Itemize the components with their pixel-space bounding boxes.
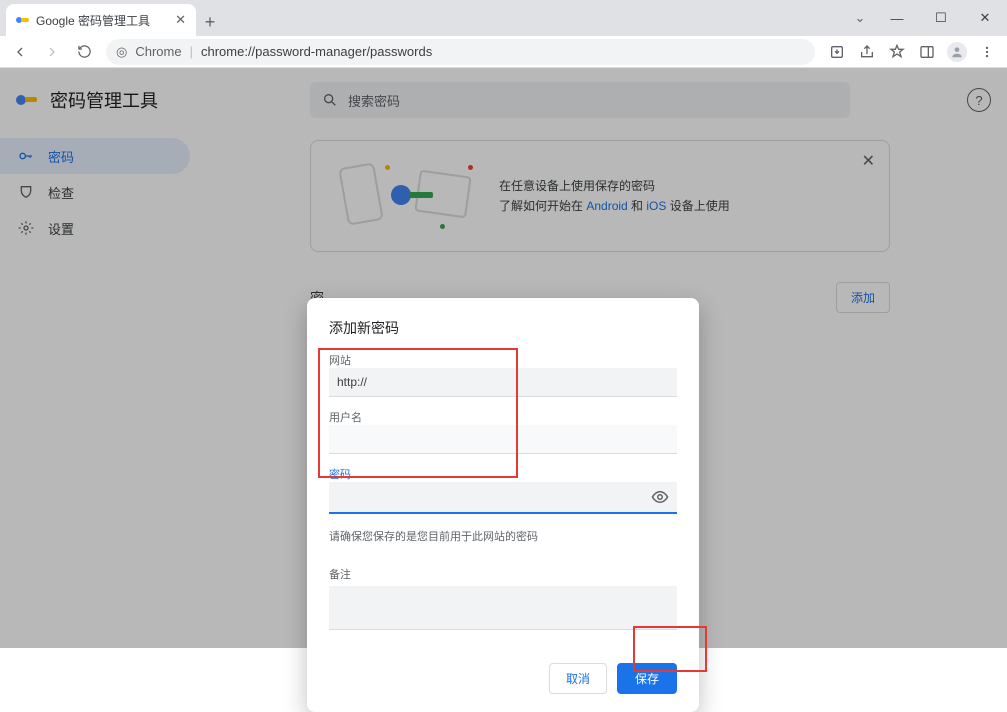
username-input[interactable] [329,425,677,454]
install-app-icon[interactable] [823,38,851,66]
site-label: 网站 [329,352,677,368]
memo-input[interactable] [329,586,677,630]
share-icon[interactable] [853,38,881,66]
password-label: 密码 [329,466,677,482]
close-icon[interactable]: ✕ [175,12,186,28]
password-input[interactable] [329,482,677,514]
add-password-dialog: 添加新密码 网站 用户名 密码 请确保您保存的是您目前用于此网站的密码 备注 取… [307,298,699,712]
close-window-button[interactable]: ✕ [963,3,1007,33]
window-controls: ⌄ ― ☐ ✕ [845,0,1007,36]
site-input[interactable] [329,368,677,397]
show-password-icon[interactable] [649,486,671,508]
side-panel-icon[interactable] [913,38,941,66]
minimize-button[interactable]: ― [875,3,919,33]
save-button[interactable]: 保存 [617,663,677,694]
url-path: chrome://password-manager/passwords [201,44,432,59]
back-button[interactable] [6,38,34,66]
tab-title: Google 密码管理工具 [36,12,150,29]
key-icon [16,13,30,27]
bookmark-icon[interactable] [883,38,911,66]
memo-label: 备注 [329,566,677,582]
forward-button[interactable] [38,38,66,66]
chrome-icon: ◎ [116,44,127,60]
dialog-title: 添加新密码 [329,318,677,338]
browser-toolbar: ◎ Chrome | chrome://password-manager/pas… [0,36,1007,68]
cancel-button[interactable]: 取消 [549,663,607,694]
chevron-down-icon[interactable]: ⌄ [845,10,875,26]
profile-avatar[interactable] [943,38,971,66]
url-host: Chrome [135,44,181,59]
browser-tab-active[interactable]: Google 密码管理工具 ✕ [6,4,196,36]
page-content: 密码管理工具 搜索密码 ? 密码 检查 [0,68,1007,648]
maximize-button[interactable]: ☐ [919,3,963,33]
password-helper-text: 请确保您保存的是您目前用于此网站的密码 [329,528,677,544]
window-titlebar: Google 密码管理工具 ✕ + ⌄ ― ☐ ✕ [0,0,1007,36]
username-label: 用户名 [329,409,677,425]
reload-button[interactable] [70,38,98,66]
menu-icon[interactable] [973,38,1001,66]
address-bar[interactable]: ◎ Chrome | chrome://password-manager/pas… [106,39,815,65]
avatar-icon [947,42,967,62]
new-tab-button[interactable]: + [196,8,224,36]
